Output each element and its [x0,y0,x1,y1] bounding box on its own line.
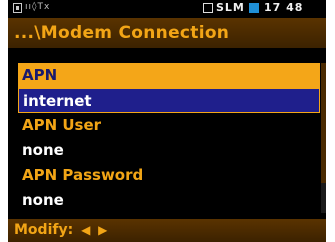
apn-label[interactable]: APN [18,63,320,88]
apn-value[interactable]: internet [18,88,320,113]
arrow-left-icon: ◀ [81,223,91,237]
arrow-right-icon: ▶ [98,223,108,237]
measurement-status-icon [249,3,259,13]
signal-icons: ıı◊Tx [25,2,51,12]
slm-mode-icon [203,3,213,13]
battery-icon [13,3,22,13]
apn-user-value[interactable]: none [18,138,320,163]
apn-password-value[interactable]: none [18,188,320,213]
frame-right [326,0,335,242]
scrollbar-thumb[interactable] [321,63,326,183]
footer-hint: Modify: ◀ ▶ [8,219,326,242]
scrollbar[interactable] [321,63,326,213]
frame-left [0,0,8,242]
slm-label: SLM [216,1,245,14]
settings-list: APN internet APN User none APN Password … [18,63,320,213]
clock: 17 48 [264,1,304,14]
page-title: ...\Modem Connection [8,18,326,48]
apn-user-label[interactable]: APN User [18,113,320,138]
modify-label: Modify: [14,222,74,238]
status-bar: ıı◊Tx SLM 17 48 [8,0,326,17]
device-screen: ıı◊Tx SLM 17 48 ...\Modem Connection APN… [8,0,326,242]
apn-password-label[interactable]: APN Password [18,163,320,188]
